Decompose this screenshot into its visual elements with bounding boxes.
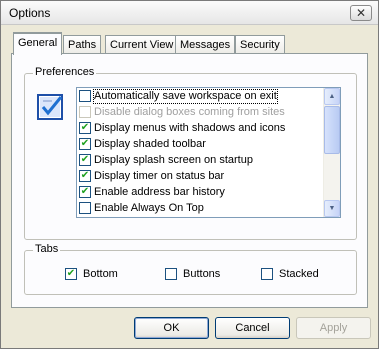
checkbox[interactable]: ✔ <box>79 138 91 150</box>
checkbox[interactable]: ✔ <box>79 154 91 166</box>
checkbox[interactable]: ✔ <box>79 170 91 182</box>
title-bar[interactable]: Options ✕ <box>1 1 378 25</box>
tab-label: Security <box>240 39 280 51</box>
tabs-group: Tabs ✔ Bottom Buttons Stacked <box>24 243 357 295</box>
tab-paths[interactable]: Paths <box>63 35 102 54</box>
option-label: Bottom <box>83 268 118 280</box>
list-item-label: Enable IForce site... <box>93 217 193 218</box>
list-item-label: Automatically save workspace on exit <box>93 88 278 104</box>
option-label: Buttons <box>183 268 221 280</box>
option-label: Stacked <box>279 268 319 280</box>
apply-button[interactable]: Apply <box>296 317 371 339</box>
checkbox[interactable]: ✔ <box>65 268 77 280</box>
tab-messages[interactable]: Messages <box>175 35 236 54</box>
scroll-up-button[interactable]: ▲ <box>324 88 340 105</box>
checklist-icon <box>37 94 63 120</box>
scroll-down-button[interactable]: ▼ <box>324 200 340 217</box>
tab-label: Messages <box>180 39 231 51</box>
general-tab-panel: SOFTPEDIA Preferences Automatically save… <box>11 53 368 308</box>
list-item[interactable]: ✔ Display menus with shadows and icons <box>77 120 323 136</box>
checkbox[interactable] <box>79 202 91 214</box>
tab-label: Current View <box>110 39 174 51</box>
preferences-group-label: Preferences <box>33 66 97 78</box>
list-item[interactable]: Automatically save workspace on exit <box>77 88 323 104</box>
list-item-label: Display shaded toolbar <box>94 137 206 150</box>
list-item[interactable]: Enable Always On Top <box>77 200 323 216</box>
cancel-button[interactable]: Cancel <box>215 317 290 339</box>
list-item-label: Display splash screen on startup <box>94 153 253 166</box>
list-item-label: Disable dialog boxes coming from sites <box>94 105 285 118</box>
tabs-option-bottom[interactable]: ✔ Bottom <box>65 268 118 280</box>
preferences-scrollbar[interactable]: ▲ ▼ <box>323 88 340 217</box>
list-item[interactable]: ✔ Enable address bar history <box>77 184 323 200</box>
checkbox[interactable]: ✔ <box>79 122 91 134</box>
checkbox[interactable] <box>261 268 273 280</box>
checkbox[interactable]: ✔ <box>79 186 91 198</box>
ok-button[interactable]: OK <box>134 317 209 339</box>
arrow-up-icon: ▲ <box>328 93 336 100</box>
list-item[interactable]: ✔ Display splash screen on startup <box>77 152 323 168</box>
tab-current-view[interactable]: Current View <box>105 35 179 54</box>
tabs-options: ✔ Bottom Buttons Stacked <box>25 268 356 284</box>
tab-label: Paths <box>68 39 97 51</box>
list-item-label: Enable address bar history <box>94 185 225 198</box>
list-item-label: Enable Always On Top <box>94 201 204 214</box>
options-dialog: Options ✕ General Paths Current View Mes… <box>0 0 379 349</box>
list-item[interactable]: Enable IForce site... <box>77 216 323 217</box>
checkbox[interactable] <box>79 90 91 102</box>
arrow-down-icon: ▼ <box>328 205 336 212</box>
tabs-group-label: Tabs <box>33 243 61 255</box>
close-button[interactable]: ✕ <box>350 5 372 21</box>
close-icon: ✕ <box>355 6 367 20</box>
window-title: Options <box>9 6 51 20</box>
tabs-option-buttons[interactable]: Buttons <box>165 268 220 280</box>
tabs-option-stacked[interactable]: Stacked <box>261 268 319 280</box>
tab-label: General <box>18 37 58 49</box>
list-item-label: Display timer on status bar <box>94 169 225 182</box>
tab-security[interactable]: Security <box>235 35 285 54</box>
list-item[interactable]: Disable dialog boxes coming from sites <box>77 104 323 120</box>
checkbox[interactable] <box>79 106 91 118</box>
scroll-thumb[interactable] <box>324 106 340 154</box>
list-item[interactable]: ✔ Display timer on status bar <box>77 168 323 184</box>
list-item[interactable]: ✔ Display shaded toolbar <box>77 136 323 152</box>
preferences-list-items: Automatically save workspace on exit Disa… <box>77 88 323 217</box>
list-item-label: Display menus with shadows and icons <box>94 121 286 134</box>
preferences-list[interactable]: Automatically save workspace on exit Disa… <box>76 87 341 218</box>
checkbox[interactable] <box>165 268 177 280</box>
tab-general[interactable]: General <box>13 32 63 55</box>
